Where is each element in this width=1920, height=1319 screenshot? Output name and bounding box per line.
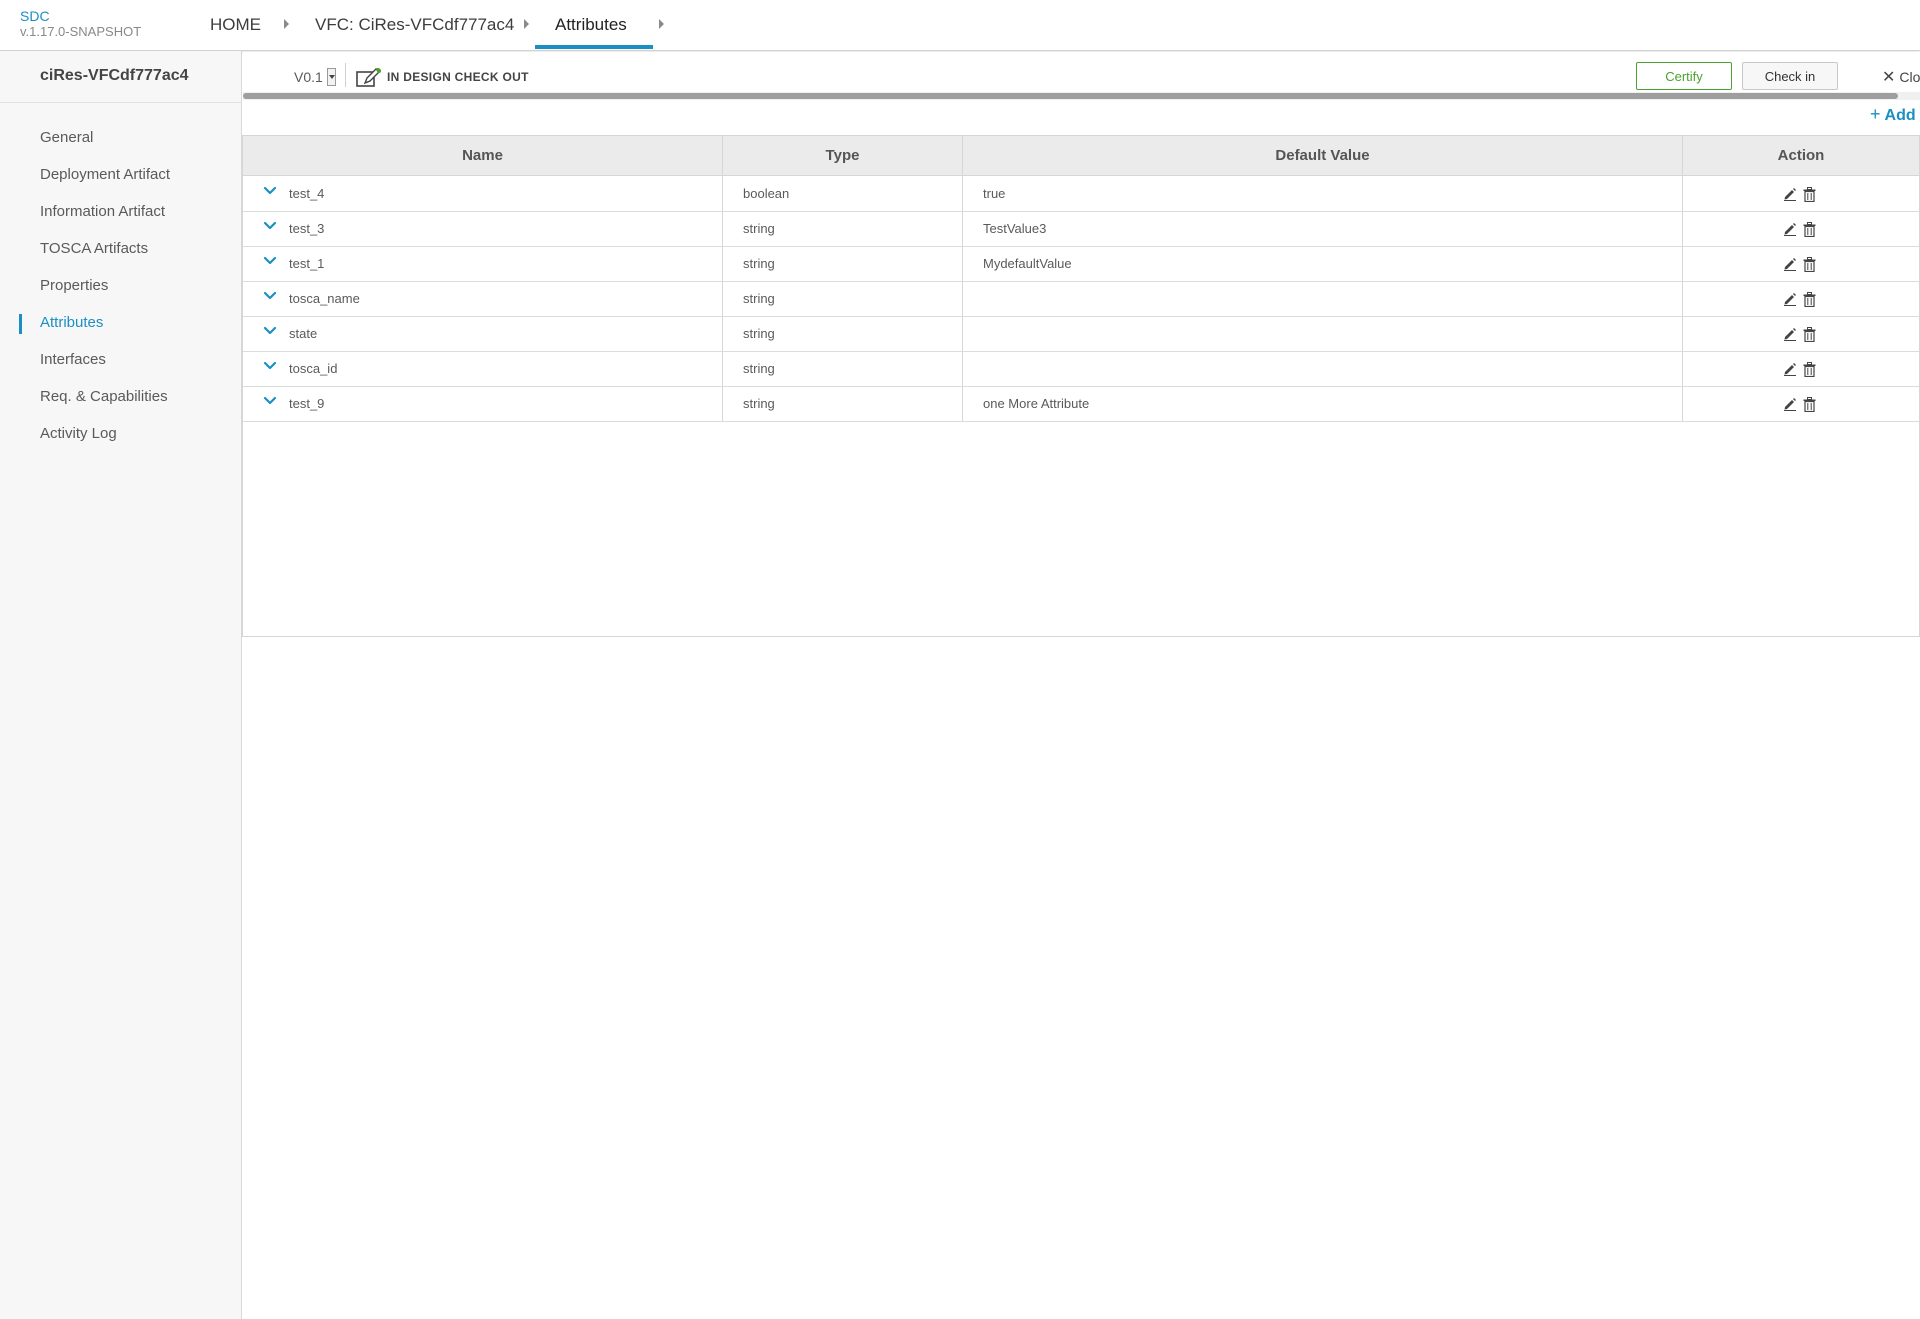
- sidebar-item-general[interactable]: General: [40, 129, 93, 146]
- column-header-name[interactable]: Name: [243, 136, 722, 176]
- chevron-down-icon[interactable]: [327, 68, 336, 86]
- app-version: v.1.17.0-SNAPSHOT: [20, 24, 142, 39]
- edit-icon[interactable]: [1783, 292, 1797, 306]
- close-button[interactable]: ✕ Clo: [1882, 67, 1920, 87]
- check-in-button[interactable]: Check in: [1742, 62, 1838, 90]
- breadcrumb-vfc[interactable]: VFC: CiRes-VFCdf777ac4: [315, 15, 514, 35]
- close-icon: ✕: [1882, 69, 1896, 86]
- table-row[interactable]: test_3 string TestValue3: [243, 212, 1919, 247]
- plus-icon: +: [1870, 104, 1881, 124]
- attribute-type: string: [743, 256, 775, 271]
- breadcrumb-arrow-icon[interactable]: [659, 19, 664, 29]
- toolbar: V0.1 IN DESIGN CHECK OUT Certify Check i…: [243, 52, 1920, 94]
- table-row[interactable]: state string: [243, 317, 1919, 352]
- chevron-down-icon[interactable]: [263, 220, 277, 232]
- table-row[interactable]: test_1 string MydefaultValue: [243, 247, 1919, 282]
- attribute-default-value: one More Attribute: [983, 396, 1090, 411]
- table-row[interactable]: test_4 boolean true: [243, 177, 1919, 212]
- trash-icon[interactable]: [1803, 257, 1816, 272]
- checkout-edit-icon: [356, 68, 381, 87]
- attribute-default-value: true: [983, 186, 1006, 201]
- attribute-default-value: MydefaultValue: [983, 256, 1072, 271]
- attribute-type: string: [743, 291, 775, 306]
- sidebar-divider: [0, 102, 242, 103]
- attribute-name: tosca_name: [289, 291, 360, 306]
- attribute-type: string: [743, 396, 775, 411]
- edit-icon[interactable]: [1783, 222, 1797, 236]
- attribute-name: tosca_id: [289, 361, 338, 376]
- attribute-name: test_1: [289, 256, 325, 271]
- sdc-logo[interactable]: SDC v.1.17.0-SNAPSHOT: [20, 8, 142, 40]
- add-label: Add: [1884, 107, 1916, 124]
- attribute-default-value: TestValue3: [983, 221, 1047, 236]
- edit-icon[interactable]: [1783, 187, 1797, 201]
- sidebar-item-information-artifact[interactable]: Information Artifact: [40, 203, 165, 220]
- breadcrumb-attributes[interactable]: Attributes: [555, 15, 627, 35]
- breadcrumb-arrow-icon[interactable]: [524, 19, 529, 29]
- chevron-down-icon[interactable]: [263, 360, 277, 372]
- lifecycle-status: IN DESIGN CHECK OUT: [387, 70, 529, 84]
- edit-icon[interactable]: [1783, 362, 1797, 376]
- sidebar-title: ciRes-VFCdf777ac4: [40, 67, 189, 84]
- chevron-down-icon[interactable]: [263, 290, 277, 302]
- attribute-name: test_4: [289, 186, 325, 201]
- chevron-down-icon[interactable]: [263, 395, 277, 407]
- table-header: Name Type Default Value Action: [243, 136, 1919, 176]
- sidebar-active-indicator: [19, 314, 22, 334]
- attribute-type: string: [743, 326, 775, 341]
- attributes-table: Name Type Default Value Action test_4 boo…: [242, 135, 1920, 637]
- table-row[interactable]: tosca_id string: [243, 352, 1919, 387]
- trash-icon[interactable]: [1803, 187, 1816, 202]
- trash-icon[interactable]: [1803, 397, 1816, 412]
- edit-icon[interactable]: [1783, 327, 1797, 341]
- trash-icon[interactable]: [1803, 292, 1816, 307]
- certify-button[interactable]: Certify: [1636, 62, 1732, 90]
- attribute-type: boolean: [743, 186, 790, 201]
- table-row[interactable]: tosca_name string: [243, 282, 1919, 317]
- app-name: SDC: [20, 8, 50, 24]
- trash-icon[interactable]: [1803, 222, 1816, 237]
- breadcrumb-home[interactable]: HOME: [210, 15, 261, 35]
- edit-icon[interactable]: [1783, 257, 1797, 271]
- attribute-name: test_3: [289, 221, 325, 236]
- attribute-name: state: [289, 326, 318, 341]
- attribute-type: string: [743, 361, 775, 376]
- sidebar-item-tosca-artifacts[interactable]: TOSCA Artifacts: [40, 240, 148, 257]
- horizontal-scrollbar-thumb[interactable]: [243, 93, 1898, 99]
- top-header: SDC v.1.17.0-SNAPSHOT HOME VFC: CiRes-VF…: [0, 0, 1920, 51]
- sidebar-item-deployment-artifact[interactable]: Deployment Artifact: [40, 166, 170, 183]
- close-label: Clo: [1899, 69, 1920, 85]
- trash-icon[interactable]: [1803, 327, 1816, 342]
- sidebar-item-properties[interactable]: Properties: [40, 277, 108, 294]
- sidebar-item-req-capabilities[interactable]: Req. & Capabilities: [40, 388, 168, 405]
- attribute-type: string: [743, 221, 775, 236]
- sidebar-item-attributes[interactable]: Attributes: [40, 314, 103, 331]
- column-header-type[interactable]: Type: [723, 136, 962, 176]
- chevron-down-icon[interactable]: [263, 325, 277, 337]
- toolbar-divider: [345, 63, 346, 87]
- chevron-down-icon[interactable]: [263, 255, 277, 267]
- attribute-name: test_9: [289, 396, 325, 411]
- breadcrumb-arrow-icon[interactable]: [284, 19, 289, 29]
- table-row[interactable]: test_9 string one More Attribute: [243, 387, 1919, 422]
- sidebar-item-activity-log[interactable]: Activity Log: [40, 425, 117, 442]
- edit-icon[interactable]: [1783, 397, 1797, 411]
- version-select[interactable]: V0.1: [294, 69, 323, 85]
- breadcrumb-active-indicator: [535, 45, 653, 49]
- sidebar: ciRes-VFCdf777ac4 General Deployment Art…: [0, 51, 242, 1319]
- sidebar-item-interfaces[interactable]: Interfaces: [40, 351, 106, 368]
- column-header-action: Action: [1777, 147, 1825, 164]
- column-header-default-value[interactable]: Default Value: [963, 136, 1682, 176]
- chevron-down-icon[interactable]: [263, 185, 277, 197]
- trash-icon[interactable]: [1803, 362, 1816, 377]
- add-attribute-button[interactable]: + Add: [1870, 104, 1916, 125]
